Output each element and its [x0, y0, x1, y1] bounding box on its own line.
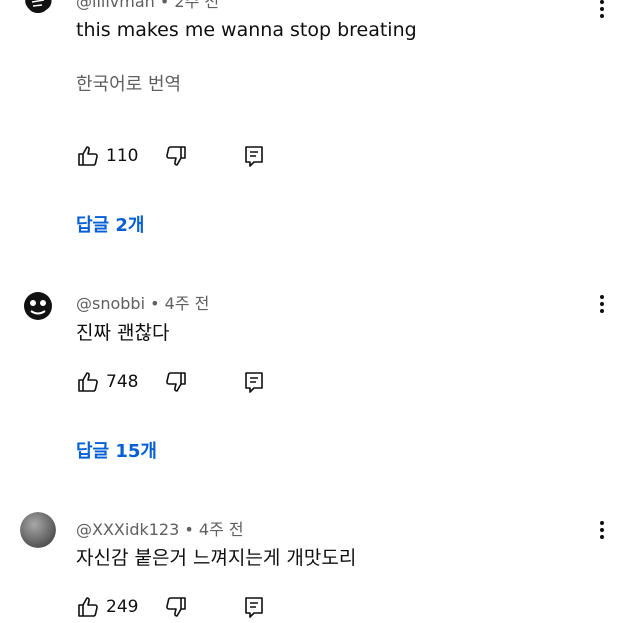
comment-time[interactable]: 4주 전	[199, 520, 244, 539]
more-vert-icon[interactable]	[592, 518, 612, 542]
meta-separator: •	[179, 520, 199, 539]
comment-item: @XXXidk123 • 4주 전 자신감 붙은거 느껴지는게 개맛도리 249	[0, 0, 640, 620]
like-count: 249	[106, 597, 139, 617]
comment-text: 자신감 붙은거 느껴지는게 개맛도리	[76, 547, 357, 569]
avatar-image	[20, 512, 56, 548]
thumbs-down-icon[interactable]	[164, 595, 188, 619]
comment-actions: 249	[76, 595, 276, 623]
author-name[interactable]: @XXXidk123	[76, 520, 179, 539]
reply-comment-icon[interactable]	[242, 595, 266, 619]
avatar[interactable]	[20, 512, 56, 548]
comment-meta: @XXXidk123 • 4주 전	[76, 516, 244, 540]
thumbs-up-icon[interactable]	[76, 595, 100, 619]
